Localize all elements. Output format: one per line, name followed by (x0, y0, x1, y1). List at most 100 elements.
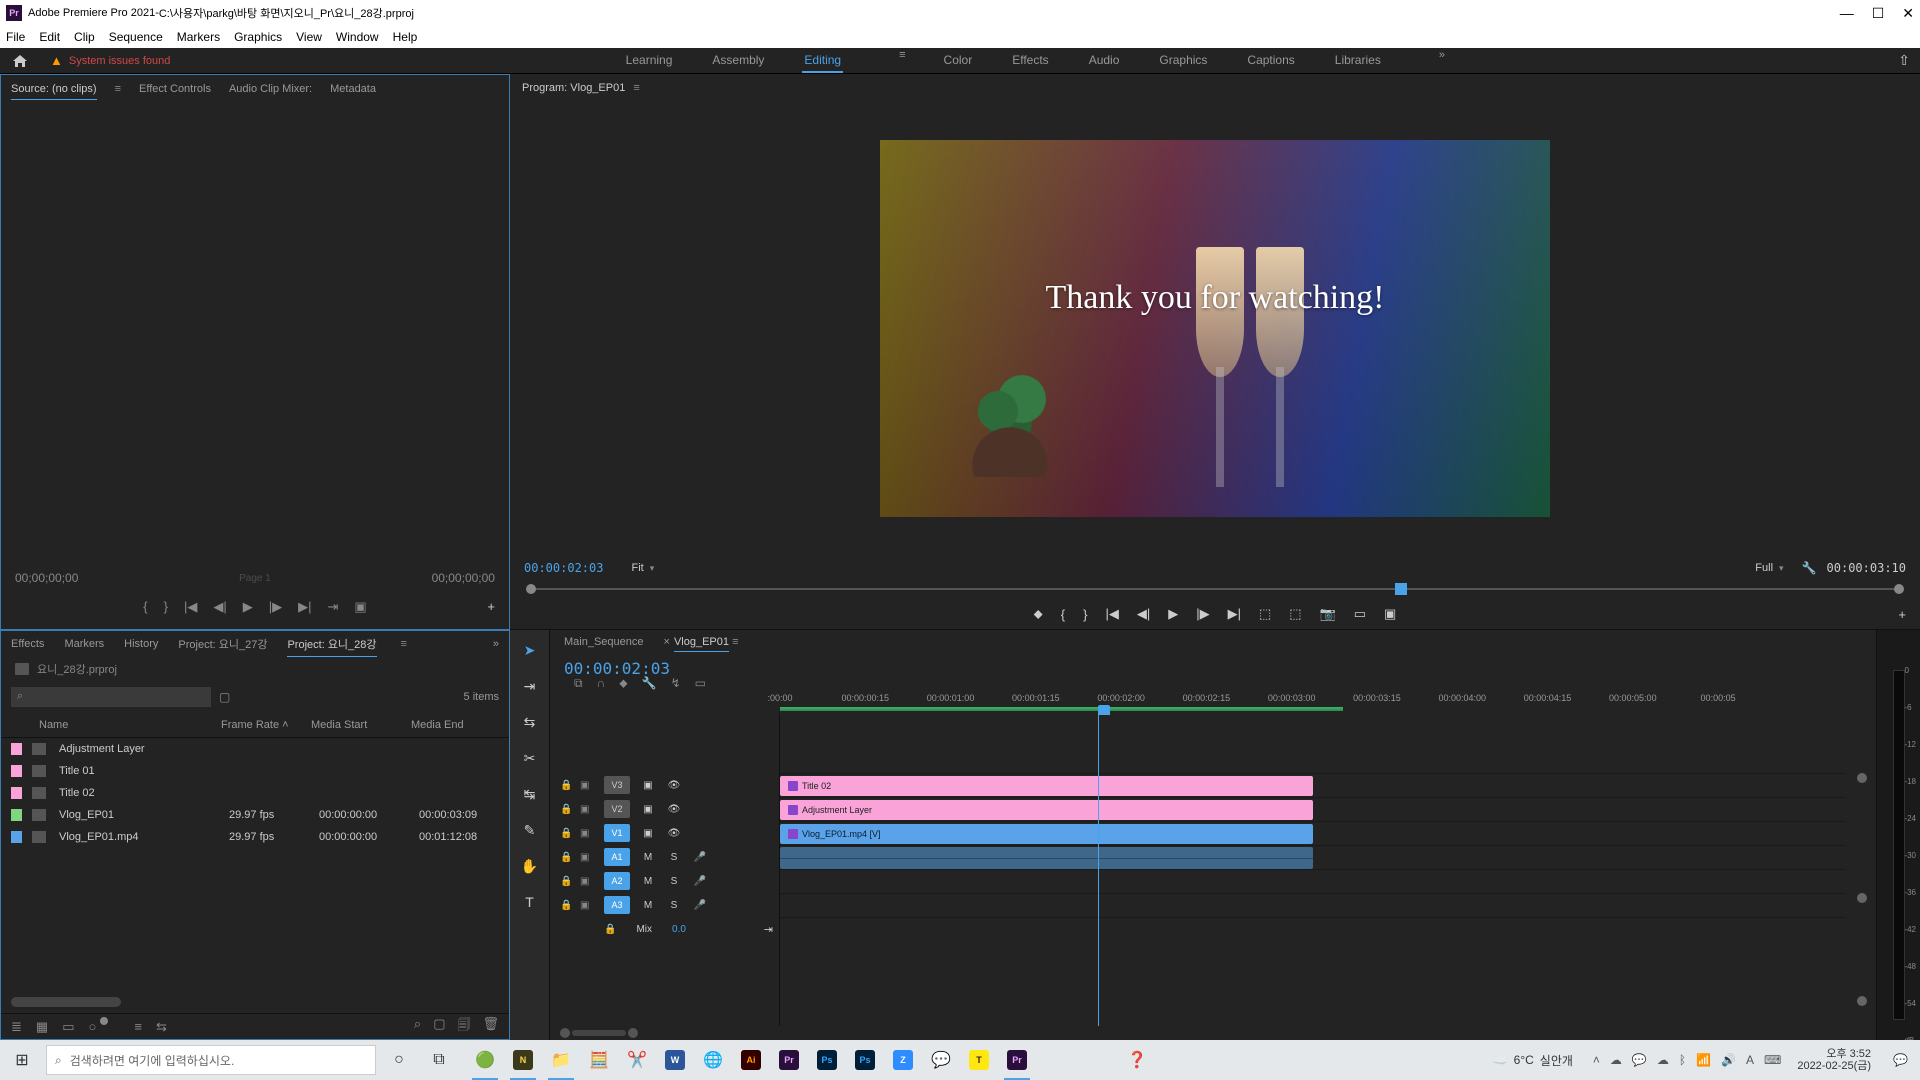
tab-history-panel[interactable]: History (124, 634, 158, 654)
voice-over-icon[interactable]: 🎤 (692, 900, 708, 911)
app-premiere-icon[interactable]: Pr (772, 1044, 806, 1076)
add-button-icon[interactable]: + (487, 599, 495, 614)
timeline-tab-vlog[interactable]: Vlog_EP01 (674, 633, 729, 652)
vscroll-handle[interactable] (1857, 996, 1867, 1006)
ripple-edit-tool-icon[interactable]: ⇆ (518, 710, 542, 734)
mix-value[interactable]: 0.0 (672, 924, 686, 935)
track-header-a2[interactable]: 🔒▣ A2 M S 🎤 (550, 869, 779, 893)
tray-keyboard-icon[interactable]: ⌨ (1764, 1053, 1781, 1067)
tab-effects-panel[interactable]: Effects (11, 634, 44, 654)
maximize-button[interactable]: ☐ (1872, 5, 1885, 22)
track-label[interactable]: V1 (604, 824, 630, 842)
taskbar-search[interactable]: ⌕ 검색하려면 여기에 입력하십시오. (46, 1045, 376, 1075)
timeline-ruler[interactable]: :00:00 00:00:00:15 00:00:01:00 00:00:01:… (780, 691, 1846, 713)
taskbar-clock[interactable]: 오후 3:52 2022-02-25(금) (1797, 1048, 1879, 1072)
sync-lock-icon[interactable]: ▣ (580, 828, 589, 839)
mute-icon[interactable]: M (640, 876, 656, 887)
razor-tool-icon[interactable]: ✂ (518, 746, 542, 770)
lock-icon[interactable]: 🔒 (560, 876, 572, 887)
minimize-button[interactable]: ― (1840, 5, 1854, 22)
lane-mix[interactable] (780, 917, 1846, 941)
mute-icon[interactable]: M (640, 900, 656, 911)
program-tab-label[interactable]: Program: Vlog_EP01 (522, 82, 625, 94)
zoom-handle-left[interactable] (560, 1028, 570, 1038)
lift-icon[interactable]: ⬚ (1259, 606, 1271, 622)
zoom-slider[interactable]: ○ (89, 1019, 101, 1034)
taskbar-weather[interactable]: ☁️ 6°C 실안개 (1493, 1052, 1573, 1069)
voice-over-icon[interactable]: 🎤 (692, 876, 708, 887)
program-resolution-select[interactable]: Full▾ (1755, 562, 1783, 574)
lane-a1[interactable] (780, 845, 1846, 869)
vscroll-handle[interactable] (1857, 893, 1867, 903)
tab-markers-panel[interactable]: Markers (64, 634, 104, 654)
linked-sel-icon[interactable]: ∩ (597, 676, 606, 691)
menu-help[interactable]: Help (393, 30, 418, 44)
sync-lock-icon[interactable]: ▣ (580, 900, 589, 911)
home-icon[interactable] (10, 52, 30, 70)
app-illustrator-icon[interactable]: Ai (734, 1044, 768, 1076)
delete-icon[interactable]: 🗑 (482, 1016, 499, 1038)
menu-markers[interactable]: Markers (177, 30, 220, 44)
ws-effects[interactable]: Effects (1010, 49, 1050, 73)
program-scrub-bar[interactable] (510, 581, 1920, 599)
list-view-icon[interactable]: ≣ (11, 1019, 22, 1035)
track-label[interactable]: V2 (604, 800, 630, 818)
eye-icon[interactable]: 👁 (666, 780, 682, 791)
tray-cloud-icon[interactable]: ☁ (1657, 1053, 1669, 1067)
program-tc[interactable]: 00:00:02:03 (524, 561, 603, 575)
play-icon[interactable]: ▶ (1168, 606, 1178, 622)
ws-editing[interactable]: Editing (802, 49, 843, 73)
lock-icon[interactable]: 🔒 (560, 852, 572, 863)
tab-project-27[interactable]: Project: 요니_27강 (178, 632, 267, 656)
go-to-in-icon[interactable]: |◀ (184, 599, 197, 615)
timeline-tc[interactable]: 00:00:02:03 (564, 659, 670, 678)
lock-icon[interactable]: 🔒 (604, 924, 616, 935)
lane-v3[interactable]: Title 02 (780, 773, 1846, 797)
source-tc-out[interactable]: 00;00;00;00 (432, 571, 495, 585)
toggle-output-icon[interactable]: ▣ (640, 780, 656, 791)
step-back-icon[interactable]: ◀| (1137, 606, 1150, 622)
menu-edit[interactable]: Edit (39, 30, 60, 44)
tray-chevron-icon[interactable]: ˄ (1593, 1053, 1600, 1067)
col-media-end[interactable]: Media End (411, 719, 491, 731)
app-edge-icon[interactable]: 🌐 (696, 1044, 730, 1076)
app-word-icon[interactable]: W (658, 1044, 692, 1076)
safe-margins-icon[interactable]: ▣ (1384, 606, 1396, 622)
ws-editing-menu-icon[interactable]: ≡ (899, 49, 905, 73)
clip-adjustment[interactable]: Adjustment Layer (780, 800, 1313, 820)
track-label[interactable]: V3 (604, 776, 630, 794)
start-button[interactable]: ⊞ (4, 1044, 40, 1076)
mark-out-icon[interactable]: } (164, 599, 168, 615)
ws-captions[interactable]: Captions (1245, 49, 1296, 73)
sync-lock-icon[interactable]: ▣ (580, 780, 589, 791)
clip-audio[interactable] (780, 847, 1313, 869)
col-frame-rate[interactable]: Frame Rate ˄ (221, 719, 311, 731)
track-header-a1[interactable]: 🔒▣ A1 M S 🎤 (550, 845, 779, 869)
project-hscroll[interactable] (11, 997, 499, 1007)
lock-icon[interactable]: 🔒 (560, 780, 572, 791)
menu-file[interactable]: File (6, 30, 25, 44)
find-icon[interactable]: ⌕ (414, 1016, 421, 1038)
ws-color[interactable]: Color (942, 49, 975, 73)
auto-match-icon[interactable]: ⇆ (156, 1019, 167, 1035)
track-label[interactable]: A1 (604, 848, 630, 866)
menu-view[interactable]: View (296, 30, 322, 44)
track-header-mix[interactable]: 🔒 Mix 0.0 ⇥ (550, 917, 779, 941)
play-icon[interactable]: ▶ (243, 599, 253, 615)
col-name[interactable]: Name (11, 719, 221, 731)
source-tab-menu-icon[interactable]: ≡ (115, 83, 121, 95)
cortana-icon[interactable]: ○ (382, 1044, 416, 1076)
menu-graphics[interactable]: Graphics (234, 30, 282, 44)
share-icon[interactable]: ⇧ (1898, 52, 1910, 69)
add-marker-icon[interactable]: ⬥ (1034, 606, 1043, 622)
project-item[interactable]: Title 01 (1, 760, 509, 782)
track-header-v1[interactable]: 🔒▣ V1 ▣ 👁 (550, 821, 779, 845)
tab-project-28[interactable]: Project: 요니_28강 (287, 632, 376, 657)
voice-over-icon[interactable]: 🎤 (692, 852, 708, 863)
vscroll-handle[interactable] (1857, 773, 1867, 783)
program-zoom-select[interactable]: Fit▾ (631, 562, 654, 574)
clip-title02[interactable]: Title 02 (780, 776, 1313, 796)
selection-tool-icon[interactable]: ➤ (518, 638, 542, 662)
snap-icon[interactable]: ⇥ (764, 923, 773, 936)
snap-icon[interactable]: ⧉ (574, 676, 583, 691)
